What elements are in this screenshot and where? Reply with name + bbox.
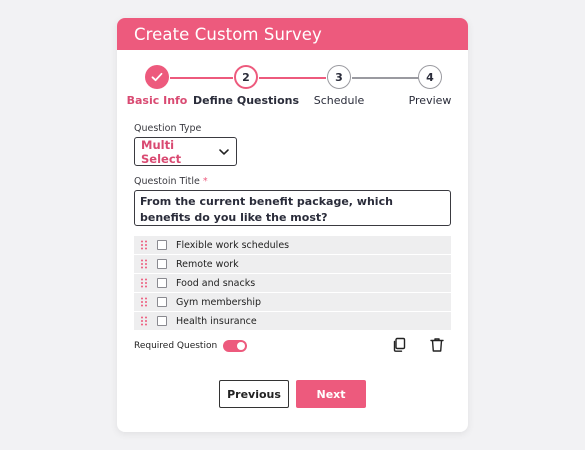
check-icon xyxy=(151,72,163,82)
option-label: Flexible work schedules xyxy=(176,239,290,251)
step-1-label[interactable]: Basic Info xyxy=(127,94,188,107)
question-title-input[interactable]: From the current benefit package, which … xyxy=(134,190,451,226)
list-item: Food and snacks xyxy=(134,274,451,292)
trash-icon[interactable] xyxy=(429,337,445,353)
step-4-label[interactable]: Preview xyxy=(409,94,452,107)
required-question-label: Required Question xyxy=(134,341,218,351)
question-title-text: From the current benefit package, which … xyxy=(140,195,393,224)
option-label: Food and snacks xyxy=(176,277,256,289)
step-3-number: 3 xyxy=(335,70,343,84)
step-3-circle[interactable]: 3 xyxy=(327,65,351,89)
toggle-knob xyxy=(237,342,246,350)
drag-handle-icon[interactable] xyxy=(134,297,154,307)
drag-handle-icon[interactable] xyxy=(134,259,154,269)
option-checkbox[interactable] xyxy=(157,259,167,269)
stepper: Basic Info 2 Define Questions 3 Schedule… xyxy=(117,64,468,114)
step-2-circle[interactable]: 2 xyxy=(234,65,258,89)
option-label: Remote work xyxy=(176,258,239,270)
chevron-down-icon xyxy=(219,148,229,155)
option-checkbox[interactable] xyxy=(157,316,167,326)
question-type-label: Question Type xyxy=(134,123,202,134)
option-checkbox[interactable] xyxy=(157,297,167,307)
step-2-number: 2 xyxy=(242,70,250,84)
options-list: Flexible work schedules Remote work Food… xyxy=(134,236,451,331)
step-4-number: 4 xyxy=(426,70,434,84)
option-checkbox[interactable] xyxy=(157,240,167,250)
copy-icon[interactable] xyxy=(391,337,407,353)
next-button[interactable]: Next xyxy=(296,380,366,408)
drag-handle-icon[interactable] xyxy=(134,240,154,250)
option-label: Health insurance xyxy=(176,315,257,327)
question-title-label-text: Questoin Title xyxy=(134,176,200,187)
list-item: Remote work xyxy=(134,255,451,273)
question-type-select[interactable]: Multi Select xyxy=(134,137,237,166)
step-1-circle[interactable] xyxy=(145,65,169,89)
required-toggle[interactable] xyxy=(223,340,248,352)
previous-button[interactable]: Previous xyxy=(219,380,289,408)
required-question-row: Required Question xyxy=(134,340,248,352)
option-checkbox[interactable] xyxy=(157,278,167,288)
step-connector xyxy=(170,77,233,79)
required-asterisk: * xyxy=(202,176,208,187)
step-4-circle[interactable]: 4 xyxy=(418,65,442,89)
list-item: Gym membership xyxy=(134,293,451,311)
option-label: Gym membership xyxy=(176,296,262,308)
step-connector xyxy=(259,77,326,79)
list-item: Health insurance xyxy=(134,312,451,330)
step-2-label[interactable]: Define Questions xyxy=(193,94,299,107)
list-item: Flexible work schedules xyxy=(134,236,451,254)
question-title-label: Questoin Title * xyxy=(134,176,208,187)
step-connector xyxy=(352,77,419,79)
drag-handle-icon[interactable] xyxy=(134,316,154,326)
survey-header: Create Custom Survey xyxy=(117,18,468,50)
survey-card: Create Custom Survey Basic Info 2 Define… xyxy=(117,18,468,432)
question-type-value: Multi Select xyxy=(141,137,182,166)
step-3-label[interactable]: Schedule xyxy=(314,94,365,107)
drag-handle-icon[interactable] xyxy=(134,278,154,288)
page-title: Create Custom Survey xyxy=(134,25,322,44)
